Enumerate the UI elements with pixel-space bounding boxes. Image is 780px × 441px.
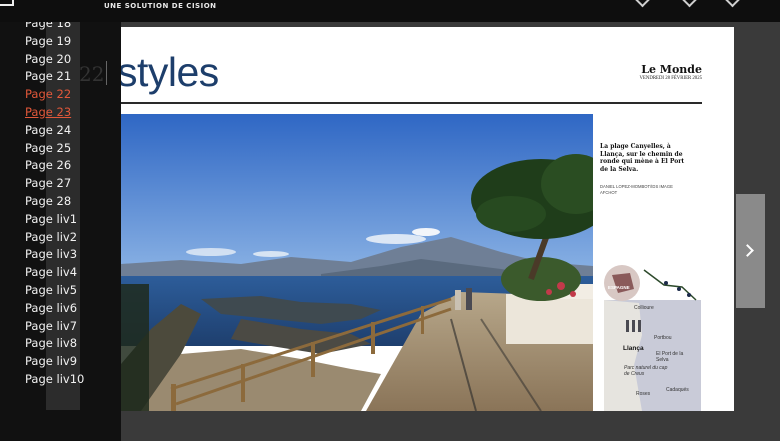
page-list-item[interactable]: Page liv6: [0, 300, 121, 318]
page-list-item[interactable]: Page liv9: [0, 353, 121, 371]
map-label-town: Llança: [623, 345, 644, 352]
page-list-item[interactable]: Page 19: [0, 33, 121, 51]
page-list-item[interactable]: Page 27: [0, 175, 121, 193]
map-label-country: ESPAGNE: [608, 285, 630, 290]
chevron-down-icon[interactable]: [634, 0, 651, 8]
brand-tagline: UNE SOLUTION DE CISION: [104, 2, 217, 10]
photo-caption: La plage Canyelles, à Llança, sur le che…: [600, 143, 685, 173]
page-list-item[interactable]: Page liv7: [0, 318, 121, 336]
region-map: ESPAGNE Collioure Portbou Llança El Port…: [604, 265, 701, 411]
page-list-item[interactable]: Page 26: [0, 157, 121, 175]
page-list-item[interactable]: Page liv3: [0, 246, 121, 264]
page-list-item-current[interactable]: Page 23: [0, 104, 121, 122]
page-number: 22: [79, 62, 105, 86]
map-label: Portbou: [654, 335, 672, 341]
chevron-right-icon: [741, 244, 754, 257]
section-title: styles: [121, 49, 219, 95]
map-label: Roses: [636, 391, 651, 397]
photo-credit: DANIEL LOPEZ-MOMBOT/IDS IMAGE AFCHOT: [600, 184, 673, 195]
menu-icon[interactable]: [0, 0, 14, 6]
page-list-item[interactable]: Page liv2: [0, 229, 121, 247]
masthead: Le Monde: [641, 63, 702, 76]
chevron-down-icon[interactable]: [681, 0, 698, 8]
page-list-item[interactable]: Page liv10: [0, 371, 121, 389]
page-list-item[interactable]: Page liv4: [0, 264, 121, 282]
page-list-item[interactable]: Page liv5: [0, 282, 121, 300]
page-number-divider: [106, 61, 107, 85]
chevron-down-icon[interactable]: [724, 0, 741, 8]
coastal-path-photo: [121, 114, 593, 411]
page-list-item[interactable]: Page liv1: [0, 211, 121, 229]
header-rule: [121, 102, 702, 104]
page-list-item[interactable]: Page liv8: [0, 335, 121, 353]
page-list-item[interactable]: Page 28: [0, 193, 121, 211]
map-label: Collioure: [634, 305, 654, 311]
newspaper-page: styles Le Monde VENDREDI 28 FÉVRIER 2025: [121, 27, 734, 411]
map-label: Parc naturel du cap de Creus: [624, 365, 668, 377]
map-label: Cadaqués: [666, 387, 689, 393]
issue-date: VENDREDI 28 FÉVRIER 2025: [639, 76, 703, 81]
top-bar: UNE SOLUTION DE CISION: [0, 0, 780, 22]
page-list-item[interactable]: Page 25: [0, 140, 121, 158]
page-list-item-active[interactable]: Page 22: [0, 86, 121, 104]
map-label: El Port de la Selva: [656, 351, 684, 363]
next-page-button[interactable]: [736, 194, 765, 308]
page-list-item[interactable]: Page 24: [0, 122, 121, 140]
